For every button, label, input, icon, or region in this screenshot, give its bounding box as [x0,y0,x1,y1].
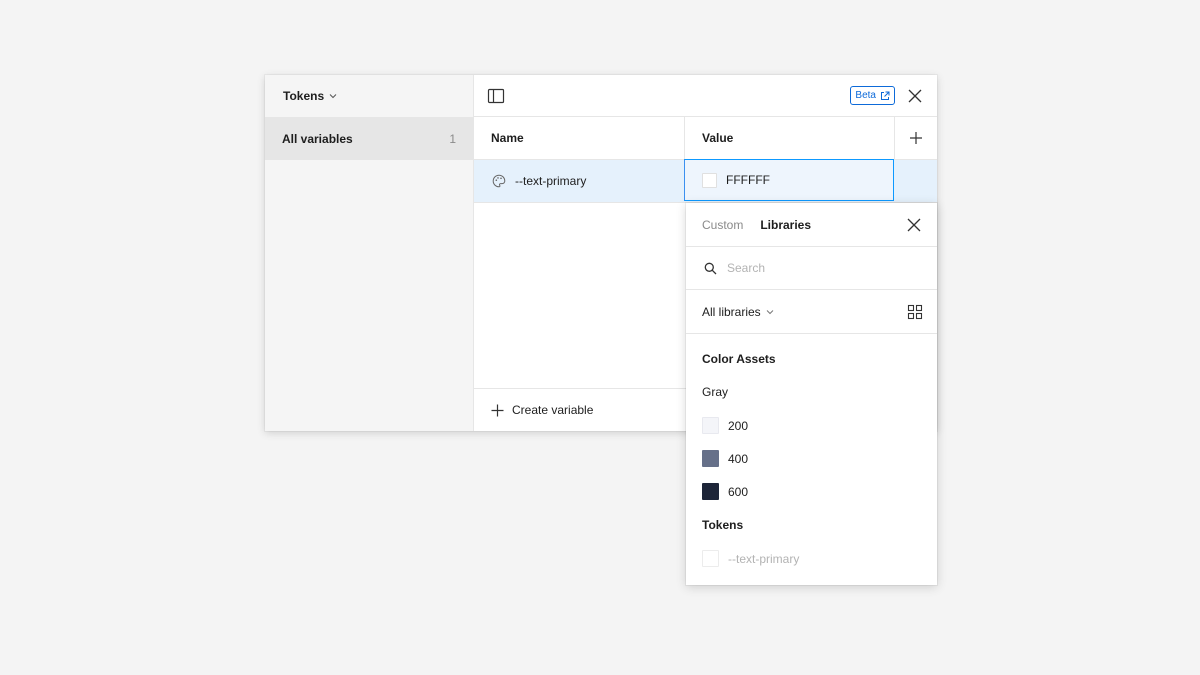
toolbar: Beta [474,75,937,117]
beta-label: Beta [855,90,876,101]
sidebar-item-count: 1 [449,131,456,146]
close-icon [908,89,922,102]
library-filter: All libraries [686,290,937,334]
variable-value-cell[interactable]: FFFFFF [684,159,894,201]
group-title-gray: Gray [702,385,729,399]
popover-close-button[interactable] [905,216,923,234]
column-header-value: Value [685,117,895,159]
plus-icon [910,132,922,144]
color-swatch [702,550,719,567]
variable-value: FFFFFF [726,173,770,187]
asset-label: --text-primary [728,551,800,566]
search-field[interactable]: Search [686,247,937,290]
chevron-down-icon [766,309,774,314]
close-icon [907,218,921,231]
table-header: Name Value [474,117,937,160]
external-link-icon [881,91,890,100]
plus-icon [491,404,504,416]
color-swatch [702,417,719,434]
color-swatch [702,172,717,188]
asset-label: 600 [728,484,749,499]
variable-name-cell[interactable]: --text-primary [474,160,685,202]
search-placeholder: Search [727,261,766,275]
tab-custom[interactable]: Custom [702,218,743,232]
collection-title: Tokens [283,89,325,103]
chevron-down-icon [329,94,337,99]
column-header-name: Name [474,117,685,159]
asset-label: 400 [728,451,749,466]
color-asset-gray-600[interactable]: 600 [686,475,937,508]
sidebar-item-label: All variables [282,131,353,146]
sidebar-item-all-variables[interactable]: All variables 1 [265,117,473,160]
create-variable-label: Create variable [512,403,594,417]
asset-label: 200 [728,418,749,433]
grid-view-icon[interactable] [907,304,923,320]
collection-selector[interactable]: Tokens [265,75,473,117]
color-asset-text-primary: --text-primary [686,542,937,575]
add-column-button[interactable] [895,117,937,159]
color-picker-popover: Custom Libraries Search All libraries Co… [686,203,937,585]
section-title: Color Assets [702,351,776,366]
search-icon [704,262,717,274]
table-row[interactable]: --text-primary FFFFFF [474,159,937,203]
close-button[interactable] [906,87,924,105]
variable-name: --text-primary [515,174,587,188]
popover-tabs: Custom Libraries [686,203,937,247]
color-asset-gray-200[interactable]: 200 [686,409,937,442]
library-select[interactable]: All libraries [702,305,761,319]
group-title-tokens: Tokens [702,518,744,532]
tab-libraries[interactable]: Libraries [760,218,811,232]
sidebar-toggle-icon[interactable] [487,87,505,105]
palette-icon [492,174,506,188]
sidebar: Tokens All variables 1 [265,75,474,431]
color-swatch [702,450,719,467]
color-asset-gray-400[interactable]: 400 [686,442,937,475]
beta-badge[interactable]: Beta [850,86,895,105]
color-swatch [702,483,719,500]
